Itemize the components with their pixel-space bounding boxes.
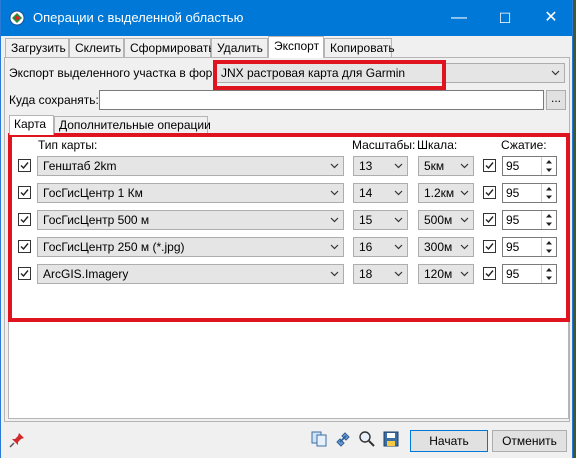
export-format-label: Экспорт выделенного участка в формат [9, 66, 233, 80]
save-icon[interactable] [382, 430, 400, 448]
save-path-input[interactable] [99, 90, 544, 110]
cancel-button[interactable]: Отменить [492, 430, 567, 452]
window-title: Операции с выделенной областью [33, 10, 244, 25]
tab-export[interactable]: Экспорт [268, 36, 324, 58]
tab-generate[interactable]: Сформировать [124, 38, 215, 57]
tab-copy[interactable]: Копировать [324, 38, 395, 57]
pin-icon[interactable] [9, 432, 25, 448]
save-to-label: Куда сохранять: [9, 93, 99, 107]
zoom-icon[interactable] [358, 430, 376, 448]
tab-load[interactable]: Загрузить [5, 38, 69, 57]
copy-icon[interactable] [310, 430, 328, 448]
highlight-frame-maps [8, 133, 570, 322]
title-bar: Операции с выделенной областью — ☐ ✕ [1, 0, 572, 36]
chevron-down-icon [551, 70, 560, 76]
start-button[interactable]: Начать [410, 430, 488, 452]
highlight-frame-format [213, 60, 446, 90]
close-button[interactable]: ✕ [528, 0, 574, 36]
tab-map[interactable]: Карта [9, 115, 54, 135]
link-icon[interactable] [334, 430, 352, 448]
maximize-button[interactable]: ☐ [482, 0, 528, 36]
tab-additional-operations[interactable]: Дополнительные операции [54, 116, 211, 134]
tab-delete[interactable]: Удалить [211, 38, 268, 57]
app-icon [9, 10, 25, 26]
minimize-button[interactable]: — [436, 0, 482, 36]
tab-merge[interactable]: Склеить [69, 38, 124, 57]
dialog-window: Операции с выделенной областью — ☐ ✕ Заг… [0, 0, 573, 458]
browse-button[interactable]: ... [546, 90, 566, 110]
